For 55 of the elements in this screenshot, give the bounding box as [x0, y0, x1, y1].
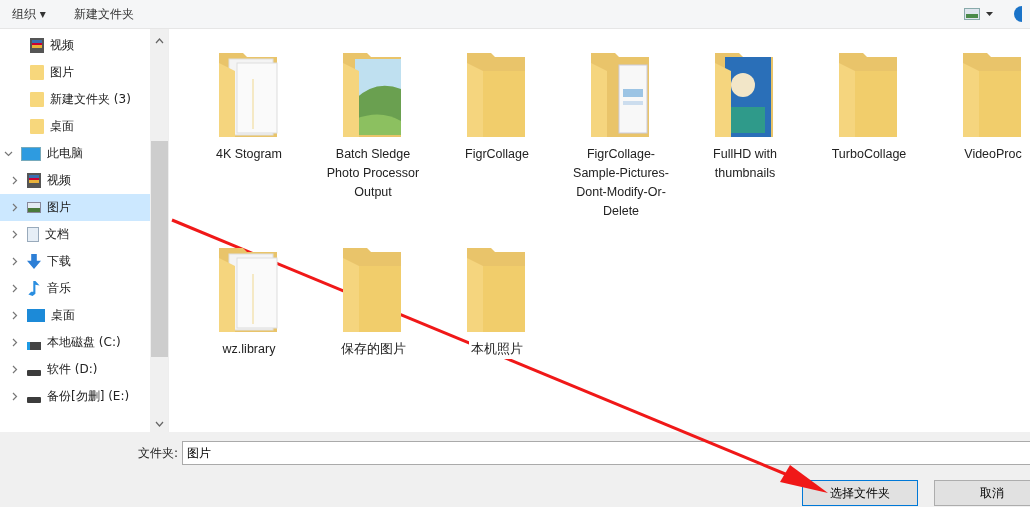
tree-item[interactable]: 文档	[0, 221, 150, 248]
folder-label: 文件夹:	[138, 444, 179, 462]
item-icon	[27, 227, 39, 242]
item-icon	[27, 309, 45, 322]
tree-item[interactable]: 备份[勿删] (E:)	[0, 383, 150, 410]
item-icon	[27, 369, 41, 376]
folder-item[interactable]: Batch Sledge Photo Processor Output	[311, 49, 435, 244]
item-icon	[30, 65, 44, 80]
chevron-icon[interactable]	[10, 365, 19, 374]
folder-item[interactable]: FullHD with thumbnails	[683, 49, 807, 244]
tree-item[interactable]: 图片	[0, 59, 150, 86]
tree-item[interactable]: 此电脑	[0, 140, 150, 167]
folder-item[interactable]: 保存的图片	[311, 244, 435, 432]
tree-item[interactable]: 本地磁盘 (C:)	[0, 329, 150, 356]
folder-name: 本机照片	[469, 340, 525, 359]
item-icon	[30, 119, 44, 134]
folder-field[interactable]: 图片	[182, 441, 1030, 465]
item-icon	[27, 173, 41, 188]
folder-item[interactable]: FigrCollage	[435, 49, 559, 244]
tree-item[interactable]: 软件 (D:)	[0, 356, 150, 383]
item-icon	[27, 202, 41, 213]
select-folder-button[interactable]: 选择文件夹	[802, 480, 918, 506]
item-icon	[30, 38, 44, 53]
chevron-icon[interactable]	[10, 338, 19, 347]
tree-item[interactable]: 视频	[0, 167, 150, 194]
chevron-icon[interactable]	[10, 311, 19, 320]
tree-item[interactable]: 音乐	[0, 275, 150, 302]
view-icon[interactable]	[964, 8, 994, 20]
new-folder-button[interactable]: 新建文件夹	[69, 3, 138, 25]
folder-item[interactable]: TurboCollage	[807, 49, 931, 244]
chevron-icon[interactable]	[10, 230, 19, 239]
chevron-icon[interactable]	[10, 176, 19, 185]
computer-icon	[21, 146, 41, 161]
chevron-icon[interactable]	[10, 392, 19, 401]
tree-item[interactable]: 视频	[0, 32, 150, 59]
folder-item[interactable]: FigrCollage-Sample-Pictures-Dont-Modify-Or-Delete	[559, 49, 683, 244]
scrollbar[interactable]	[150, 29, 168, 432]
chevron-icon[interactable]	[10, 257, 19, 266]
folder-item[interactable]: 4K Stogram	[187, 49, 311, 244]
tree-item[interactable]: 图片	[0, 194, 150, 221]
folder-item[interactable]: 本机照片	[435, 244, 559, 432]
folder-item[interactable]: VideoProc	[931, 49, 1030, 244]
item-icon	[30, 92, 44, 107]
chevron-icon[interactable]	[10, 203, 19, 212]
folder-item[interactable]: wz.library	[187, 244, 311, 432]
tree-item[interactable]: 下载	[0, 248, 150, 275]
chevron-icon[interactable]	[4, 149, 13, 158]
tree-item[interactable]: 桌面	[0, 302, 150, 329]
organize-button[interactable]: 组织 ▾	[8, 3, 50, 25]
tree-item[interactable]: 桌面	[0, 113, 150, 140]
tree-item[interactable]: 新建文件夹 (3)	[0, 86, 150, 113]
item-icon	[27, 396, 41, 403]
chevron-icon[interactable]	[10, 284, 19, 293]
cancel-button[interactable]: 取消	[934, 480, 1030, 506]
item-icon	[27, 341, 41, 350]
